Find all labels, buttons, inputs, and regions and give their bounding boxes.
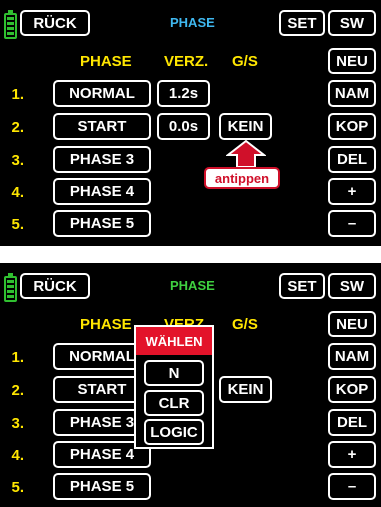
delay-value-button[interactable]: 1.2s [157,80,210,107]
delay-value-button[interactable]: 0.0s [157,113,210,140]
column-header-delay: VERZ. [164,53,209,70]
phase-screen-1: RÜCK PHASE SET SW PHASE VERZ. G/S NEU 1.… [0,0,381,246]
neu-button[interactable]: NEU [328,48,376,74]
select-popup: WÄHLEN N CLR LOGIC [134,325,214,449]
sw-button[interactable]: SW [328,10,376,36]
phase-name-button[interactable]: PHASE 5 [53,473,151,500]
plus-button[interactable]: + [328,441,376,468]
row-number: 4. [11,184,24,201]
nam-button[interactable]: NAM [328,343,376,370]
neu-button[interactable]: NEU [328,311,376,337]
battery-icon [4,273,17,302]
set-button[interactable]: SET [279,273,325,299]
kop-button[interactable]: KOP [328,376,376,403]
column-header-gs: G/S [232,53,258,70]
row-number: 5. [11,216,24,233]
column-header-phase: PHASE [80,316,132,333]
column-header-phase: PHASE [80,53,132,70]
row-number: 1. [11,86,24,103]
set-button[interactable]: SET [279,10,325,36]
phase-name-button[interactable]: PHASE 3 [53,146,151,173]
page-title: PHASE [170,15,215,30]
nam-button[interactable]: NAM [328,80,376,107]
option-logic-button[interactable]: LOGIC [144,419,204,445]
row-number: 4. [11,447,24,464]
minus-button[interactable]: – [328,210,376,237]
column-header-gs: G/S [232,316,258,333]
sw-button[interactable]: SW [328,273,376,299]
row-number: 2. [11,119,24,136]
del-button[interactable]: DEL [328,409,376,436]
row-number: 3. [11,415,24,432]
back-button[interactable]: RÜCK [20,273,90,299]
arrow-up-icon [226,140,266,168]
back-button[interactable]: RÜCK [20,10,90,36]
tap-hint-callout: antippen [204,167,280,189]
switch-gs-button[interactable]: KEIN [219,113,272,140]
row-number: 1. [11,349,24,366]
switch-gs-button[interactable]: KEIN [219,376,272,403]
kop-button[interactable]: KOP [328,113,376,140]
popup-title: WÄHLEN [136,327,212,355]
phase-screen-2: RÜCK PHASE SET SW PHASE VERZ. G/S NEU 1.… [0,263,381,507]
battery-icon [4,10,17,39]
row-number: 2. [11,382,24,399]
row-number: 5. [11,479,24,496]
option-n-button[interactable]: N [144,360,204,386]
plus-button[interactable]: + [328,178,376,205]
phase-name-button[interactable]: NORMAL [53,80,151,107]
option-clr-button[interactable]: CLR [144,390,204,416]
phase-name-button[interactable]: PHASE 5 [53,210,151,237]
row-number: 3. [11,152,24,169]
page-title: PHASE [170,278,215,293]
phase-name-button[interactable]: PHASE 4 [53,178,151,205]
del-button[interactable]: DEL [328,146,376,173]
minus-button[interactable]: – [328,473,376,500]
phase-name-button[interactable]: START [53,113,151,140]
